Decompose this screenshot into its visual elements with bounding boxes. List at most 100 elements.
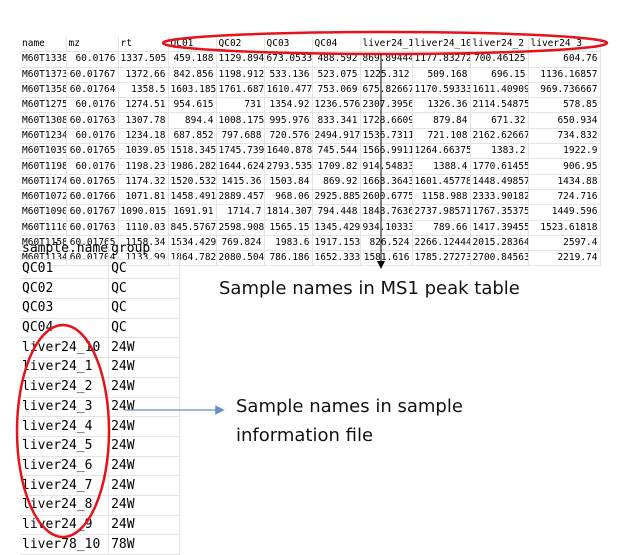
table-cell: 1611.40909 — [470, 82, 529, 99]
table-cell: M60T1234 — [20, 128, 67, 145]
table-cell: 509.168 — [412, 67, 471, 83]
sample-information-table: sample.name group QC01 QC QC02 QC QC03 QC QC04 QC… — [20, 240, 181, 555]
table-cell: 1917.153 — [312, 235, 361, 252]
header-cell: QC04 — [312, 37, 361, 53]
table-cell: 2700.84563 — [470, 250, 529, 267]
table-cell: 721.108 — [412, 128, 471, 145]
table-cell: 1668.3643 — [360, 174, 413, 190]
table-cell: M60T1308 — [20, 112, 67, 129]
table-cell: 1728.6609 — [360, 112, 413, 129]
sample-row: liver24_10 24W — [20, 337, 181, 359]
peak-row: M60T1234 60.0176 1234.18 687.852 797.688 720.… — [20, 128, 601, 145]
table-cell: 24W — [108, 436, 181, 457]
peak-row: M60T1110 60.01763 1110.03 845.5767 2598.908 1… — [20, 220, 601, 236]
sample-row: QC03 QC — [20, 298, 181, 319]
table-cell: 1523.61818 — [528, 220, 601, 236]
table-cell: 1358.5 — [118, 82, 169, 99]
table-cell: 914.54833 — [360, 158, 413, 175]
table-cell: 24W — [108, 475, 181, 496]
peak-row: M60T1174 60.01765 1174.32 1520.532 1415.36 15… — [20, 174, 601, 190]
table-cell: M60T1174 — [20, 174, 67, 190]
table-cell: 734.832 — [528, 128, 601, 145]
sample-row: liver24_2 24W — [20, 377, 181, 398]
peak-row: M60T1338 60.0176 1337.505 459.188 1129.894 67… — [20, 51, 601, 68]
peak-row: M60T1308 60.01763 1307.78 894.4 1008.175 995.… — [20, 112, 601, 129]
table-cell: 2219.74 — [528, 250, 601, 267]
table-cell: 833.341 — [312, 112, 361, 129]
table-cell: 894.4 — [168, 112, 217, 129]
table-cell: M60T1373 — [20, 67, 67, 83]
table-cell: 769.824 — [216, 235, 265, 252]
table-cell: 845.5767 — [168, 220, 217, 236]
table-cell: M60T1338 — [20, 51, 67, 68]
table-cell: 1503.84 — [264, 174, 313, 190]
table-cell: 1008.175 — [216, 112, 265, 129]
table-cell: liver24_5 — [20, 436, 110, 457]
table-cell: M60T1090 — [20, 204, 67, 221]
table-cell: 2162.62667 — [470, 128, 529, 145]
table-cell: 720.576 — [264, 128, 313, 145]
table-cell: 934.10333 — [360, 220, 413, 236]
table-cell: 24W — [108, 377, 181, 398]
sample-row: liver24_3 24W — [20, 397, 181, 418]
peak-row: M60T1358 60.01764 1358.5 1603.185 1761.687 16… — [20, 82, 601, 99]
table-cell: 1170.59333 — [412, 82, 471, 99]
table-cell: 879.84 — [412, 112, 471, 129]
table-cell: 533.136 — [264, 67, 313, 83]
info-file-annotation: Sample names in sample information file — [236, 392, 463, 450]
table-cell: 2015.28364 — [470, 235, 529, 252]
table-cell: 2494.917 — [312, 128, 361, 145]
table-cell: 1767.35375 — [470, 204, 529, 221]
table-cell: 2793.535 — [264, 158, 313, 175]
table-cell: 1136.16857 — [528, 67, 601, 83]
sample-row: QC02 QC — [20, 278, 181, 300]
table-cell: 60.01767 — [66, 67, 119, 83]
table-cell: 488.592 — [312, 51, 361, 68]
table-cell: 60.01765 — [66, 143, 119, 160]
table-cell: 60.01767 — [66, 204, 119, 221]
peak-table-annotation: Sample names in MS1 peak table — [219, 278, 520, 299]
table-cell: 1448.49857 — [470, 174, 529, 190]
table-cell: 1326.36 — [412, 97, 471, 114]
table-cell: 696.15 — [470, 67, 529, 83]
table-cell: QC — [108, 318, 181, 339]
table-cell: 1225.312 — [360, 67, 413, 83]
info-annotation-line-2: information file — [236, 425, 374, 446]
table-cell: 724.716 — [528, 189, 601, 206]
table-cell: 826.524 — [360, 235, 413, 252]
sample-row: liver24_9 24W — [20, 515, 181, 536]
header-cell: rt — [118, 37, 169, 53]
table-cell: 1090.015 — [118, 204, 169, 221]
table-cell: 1581.616 — [360, 250, 413, 267]
table-cell: 1388.4 — [412, 158, 471, 175]
header-cell: sample.name — [20, 240, 110, 260]
table-cell: 1922.9 — [528, 143, 601, 160]
table-cell: 1449.596 — [528, 204, 601, 221]
peak-row: M60T1275 60.0176 1274.51 954.615 731 1354.92 1… — [20, 97, 601, 114]
table-cell: 2925.885 — [312, 189, 361, 206]
table-cell: 906.95 — [528, 158, 601, 175]
table-cell: 995.976 — [264, 112, 313, 129]
table-cell: 650.934 — [528, 112, 601, 129]
table-cell: 78W — [108, 534, 181, 555]
table-cell: 797.688 — [216, 128, 265, 145]
table-cell: liver24_1 — [20, 357, 110, 378]
header-cell: mz — [66, 37, 119, 53]
table-cell: 1610.477 — [264, 82, 313, 99]
table-cell: 2333.90182 — [470, 189, 529, 206]
table-cell: QC — [108, 259, 181, 280]
header-cell: liver24_3 — [528, 37, 601, 53]
table-cell: 1415.36 — [216, 174, 265, 190]
table-cell: 1383.2 — [470, 143, 529, 160]
table-cell: 1986.282 — [168, 158, 217, 175]
table-cell: 60.01763 — [66, 220, 119, 236]
table-cell: 753.069 — [312, 82, 361, 99]
table-cell: 24W — [108, 357, 181, 378]
table-cell: 869.89444 — [360, 51, 413, 68]
table-cell: M60T1110 — [20, 220, 67, 236]
table-cell: 1709.82 — [312, 158, 361, 175]
table-cell: 969.736667 — [528, 82, 601, 99]
table-cell: 1640.878 — [264, 143, 313, 160]
table-cell: 745.544 — [312, 143, 361, 160]
table-cell: 1234.18 — [118, 128, 169, 145]
